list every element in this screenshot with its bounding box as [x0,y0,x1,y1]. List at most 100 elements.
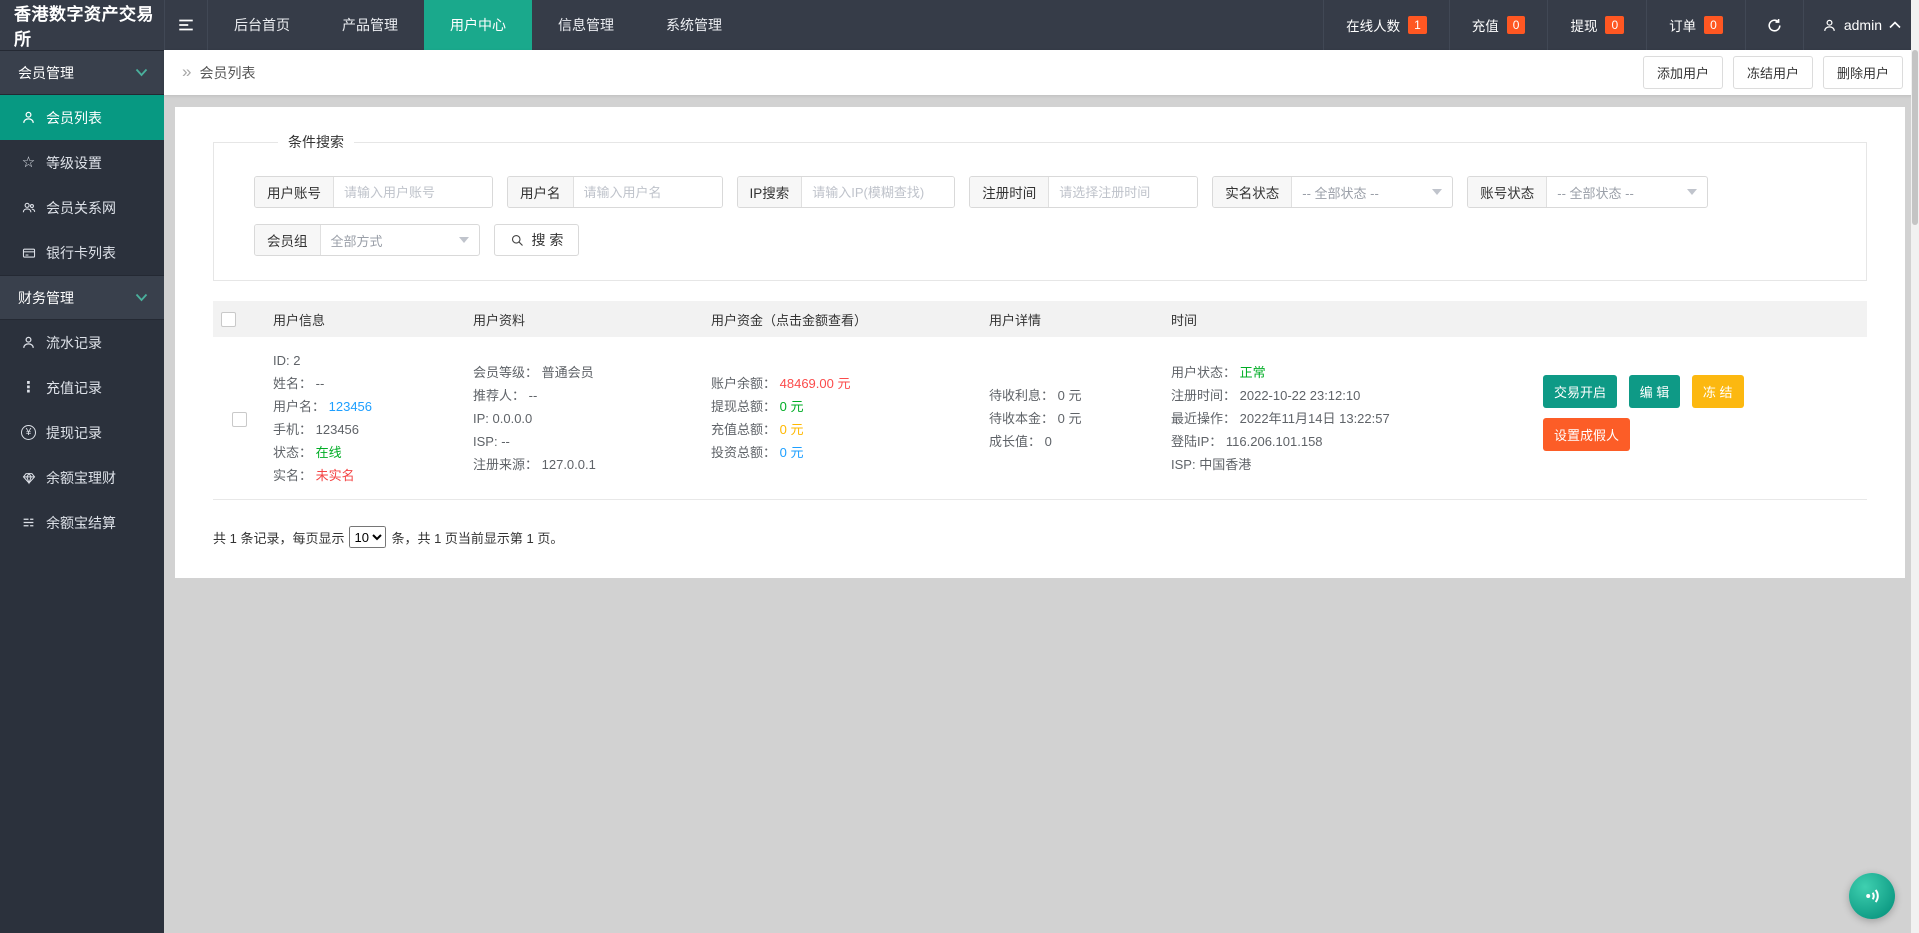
sidebar-item-flow-records[interactable]: 流水记录 [0,320,164,365]
last-action-value: 2022年11月14日 13:22:57 [1240,411,1390,426]
balance-label: 账户余额： [711,376,780,391]
nav-item-dashboard[interactable]: 后台首页 [208,0,316,50]
last-action-label: 最近操作： [1171,411,1240,426]
top-nav: 香港数字资产交易所 后台首页 产品管理 用户中心 信息管理 系统管理 在线人数 … [0,0,1919,50]
invest-total-amount[interactable]: 0 元 [780,445,804,460]
search-button-label: 搜 索 [532,230,564,250]
ip-search-input[interactable] [802,177,954,207]
pagination-suffix: 条，共 1 页当前显示第 1 页。 [391,528,563,547]
sidebar-item-yuebao-finance[interactable]: 余额宝理财 [0,455,164,500]
username-link[interactable]: 123456 [329,399,372,414]
sidebar-item-member-list[interactable]: 会员列表 [0,95,164,140]
sidebar-item-label: 余额宝理财 [46,468,116,488]
header-user-info: 用户信息 [265,301,465,337]
trade-toggle-button[interactable]: 交易开启 [1543,375,1617,408]
account-input[interactable] [334,177,492,207]
growth-label: 成长值： [989,434,1045,449]
realname-label: 实名： [273,468,316,483]
search-legend: 条件搜索 [278,132,354,152]
recharge-total-label: 充值总额： [711,422,780,437]
service-widget-button[interactable] [1849,873,1895,919]
nav-stat-recharge[interactable]: 充值 0 [1449,0,1548,50]
real-status-select[interactable]: -- 全部状态 -- [1292,183,1452,202]
sound-waves-icon [1860,884,1884,908]
breadcrumb-current: 会员列表 [199,63,255,83]
page-scrollbar [1911,0,1919,933]
chevron-down-icon [135,68,148,77]
users-icon [20,200,37,215]
app-title: 香港数字资产交易所 [0,0,164,50]
refresh-button[interactable] [1745,0,1803,50]
page-size-select[interactable]: 10 [349,526,386,548]
account-status-field-group: 账号状态 -- 全部状态 -- [1467,176,1708,208]
sidebar-group-member-management[interactable]: 会员管理 [0,50,164,95]
header-user-profile: 用户资料 [465,301,703,337]
level-label: 会员等级： [473,365,542,380]
nav-item-system[interactable]: 系统管理 [640,0,748,50]
sidebar-item-yuebao-settlement[interactable]: 余额宝结算 [0,500,164,545]
member-group-select[interactable]: 全部方式 [321,231,479,250]
table-row: ID: 2 姓名： -- 用户名： 123456 手机： 123456 状态： … [213,337,1867,500]
isp-label: ISP: [473,434,501,449]
scrollbar-thumb[interactable] [1912,50,1918,225]
breadcrumb: » 会员列表 [182,63,255,83]
nav-item-information[interactable]: 信息管理 [532,0,640,50]
recharge-count-badge: 0 [1507,16,1526,34]
login-ip-value: 116.206.101.158 [1226,434,1323,449]
pending-principal-value: 0 元 [1058,411,1082,426]
nav-stat-orders[interactable]: 订单 0 [1646,0,1745,50]
invest-total-label: 投资总额： [711,445,780,460]
header-user-funds: 用户资金（点击金额查看） [703,301,981,337]
gem-icon [20,471,37,485]
sidebar-item-level-settings[interactable]: ☆ 等级设置 [0,140,164,185]
chevron-down-icon [135,293,148,302]
pending-interest-value: 0 元 [1058,388,1082,403]
nav-item-products[interactable]: 产品管理 [316,0,424,50]
nav-stat-online-label: 在线人数 [1346,15,1400,35]
freeze-user-button[interactable]: 冻结用户 [1733,56,1813,89]
nav-stat-withdraw[interactable]: 提现 0 [1547,0,1646,50]
member-group-field-label: 会员组 [255,225,321,255]
recharge-total-amount[interactable]: 0 元 [780,422,804,437]
sidebar-toggle-button[interactable] [164,0,208,50]
sidebar-group-label: 会员管理 [18,63,74,83]
sidebar-item-member-network[interactable]: 会员关系网 [0,185,164,230]
withdraw-total-amount[interactable]: 0 元 [780,399,804,414]
nav-item-user-center[interactable]: 用户中心 [424,0,532,50]
cell-time: 用户状态： 正常 注册时间： 2022-10-22 23:12:10 最近操作：… [1163,337,1535,500]
cell-actions: 交易开启 编 辑 冻 结 设置成假人 [1535,337,1867,500]
hamburger-icon [177,16,195,34]
balance-amount[interactable]: 48469.00 元 [780,376,851,391]
nav-stat-orders-label: 订单 [1669,15,1696,35]
reg-time-field-group: 注册时间 [969,176,1198,208]
nav-right: 在线人数 1 充值 0 提现 0 订单 0 admin [1323,0,1919,50]
search-button[interactable]: 搜 索 [494,224,580,256]
user-menu[interactable]: admin [1803,0,1919,50]
search-filter-box: 条件搜索 用户账号 用户名 IP搜索 [213,132,1867,281]
sidebar-item-recharge-records[interactable]: ⋮ 充值记录 [0,365,164,410]
freeze-button[interactable]: 冻 结 [1692,375,1744,408]
header-actions [1535,301,1867,337]
sidebar-item-bank-card-list[interactable]: 银行卡列表 [0,230,164,275]
add-user-button[interactable]: 添加用户 [1643,56,1723,89]
sidebar-group-label: 财务管理 [18,288,74,308]
reg-time-input[interactable] [1049,177,1197,207]
username-input[interactable] [574,177,722,207]
edit-button[interactable]: 编 辑 [1629,375,1681,408]
sidebar-item-withdraw-records[interactable]: ¥ 提现记录 [0,410,164,455]
set-fake-user-button[interactable]: 设置成假人 [1543,418,1630,451]
delete-user-button[interactable]: 删除用户 [1823,56,1903,89]
table-header-row: 用户信息 用户资料 用户资金（点击金额查看） 用户详情 时间 [213,301,1867,337]
nav-stat-online[interactable]: 在线人数 1 [1323,0,1449,50]
orders-count-badge: 0 [1704,16,1723,34]
yen-circle-icon: ¥ [20,425,37,440]
username-label: 用户名： [273,399,329,414]
account-status-select[interactable]: -- 全部状态 -- [1547,183,1707,202]
nav-stat-withdraw-label: 提现 [1570,15,1597,35]
row-checkbox[interactable] [232,412,247,427]
online-count-badge: 1 [1408,16,1427,34]
sidebar-group-finance-management[interactable]: 财务管理 [0,275,164,320]
caret-down-icon [1687,189,1697,195]
select-all-checkbox[interactable] [221,312,236,327]
withdraw-count-badge: 0 [1605,16,1624,34]
